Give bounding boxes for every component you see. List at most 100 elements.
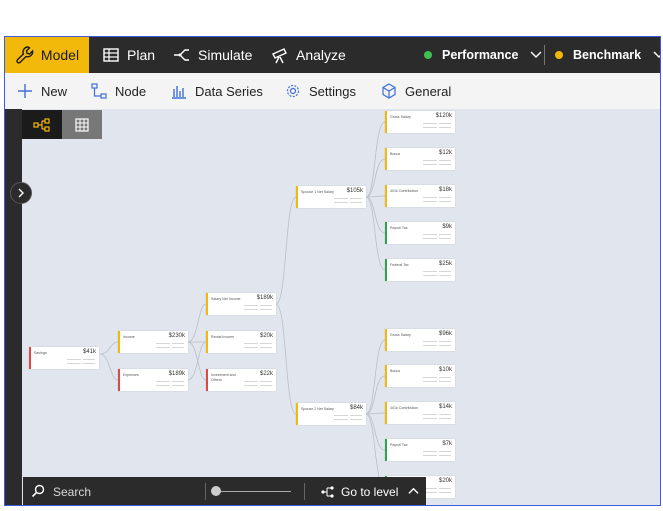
status-dot-icon — [424, 51, 432, 59]
node-investment-and-others[interactable]: Investment and Others $22k — [206, 369, 276, 391]
node-label: Income — [123, 335, 135, 339]
general-button[interactable]: General — [381, 73, 451, 109]
view-toggle — [22, 110, 102, 139]
node-value: $41k — [82, 349, 96, 355]
node-placeholder-line — [423, 197, 437, 198]
node-placeholder-line — [334, 202, 348, 203]
node-placeholder-line — [156, 343, 170, 344]
node-placeholder-line — [423, 345, 437, 346]
new-button[interactable]: New — [17, 73, 67, 109]
node-placeholder-line — [423, 414, 437, 415]
node-placeholder-line — [439, 275, 451, 276]
zoom-slider[interactable] — [216, 491, 291, 492]
grid-icon — [75, 117, 89, 132]
node-placeholder-line — [439, 160, 451, 161]
node-s1-gross-salary[interactable]: Gross Salary $120k — [385, 111, 455, 133]
node-value: $12k — [438, 150, 452, 156]
node-placeholder-line — [423, 271, 437, 272]
general-label: General — [405, 83, 452, 99]
zoom-slider-handle[interactable] — [211, 486, 221, 496]
node-placeholder-line — [156, 381, 170, 382]
scenario-selector-benchmark[interactable]: Benchmark — [555, 37, 660, 73]
node-placeholder-line — [172, 347, 184, 348]
node-s2-gross-salary[interactable]: Gross Salary $96k — [385, 329, 455, 351]
node-placeholder-line — [260, 381, 272, 382]
tree-view-icon — [33, 117, 50, 132]
node-placeholder-line — [172, 343, 184, 344]
node-label: Investment and Others — [211, 373, 236, 382]
data-series-button[interactable]: Data Series — [171, 73, 263, 109]
tab-plan[interactable]: Plan — [101, 37, 155, 73]
node-s1-bonus[interactable]: Bonus $12k — [385, 148, 455, 170]
node-value: $14k — [438, 404, 452, 410]
node-value: $230k — [168, 333, 185, 339]
node-s2-bonus[interactable]: Bonus $10k — [385, 365, 455, 387]
tab-simulate[interactable]: Simulate — [172, 37, 252, 73]
node-placeholder-line — [260, 343, 272, 344]
node-value: $189k — [256, 295, 273, 301]
node-spouse-1-net-salary[interactable]: Spouse 1 Net Salary $105k — [296, 186, 366, 208]
expand-panel-button[interactable] — [10, 182, 32, 204]
gear-icon — [286, 84, 300, 98]
node-s2-401k-contribution[interactable]: 401k Contribution $14k — [385, 402, 455, 424]
connector-lines — [99, 121, 386, 488]
node-placeholder-line — [172, 381, 184, 382]
node-value: $84k — [349, 405, 363, 411]
node-label: Node — [115, 83, 147, 99]
model-canvas[interactable]: Savings $41k Income $230k Expenses $189k… — [5, 109, 660, 505]
node-rental-income[interactable]: Rental Income $20k — [206, 331, 276, 353]
node-value: $20k — [438, 478, 452, 484]
settings-label: Settings — [309, 83, 356, 99]
scenario-label: Performance — [442, 48, 519, 62]
chevron-down-icon — [653, 51, 660, 59]
node-label: Savings — [34, 351, 47, 355]
settings-button[interactable]: Settings — [285, 73, 356, 109]
node-savings[interactable]: Savings $41k — [29, 347, 99, 369]
node-placeholder-line — [423, 234, 437, 235]
node-label: Gross Salary — [390, 115, 411, 119]
tab-model[interactable]: Model — [5, 37, 89, 73]
node-placeholder-line — [172, 385, 184, 386]
tree-view-button[interactable] — [22, 110, 62, 139]
node-placeholder-line — [423, 381, 437, 382]
node-placeholder-line — [423, 341, 437, 342]
node-placeholder-line — [423, 451, 437, 452]
node-income[interactable]: Income $230k — [118, 331, 188, 353]
node-placeholder-line — [423, 238, 437, 239]
node-placeholder-line — [439, 455, 451, 456]
node-value: $25k — [438, 261, 452, 267]
app-window: Model Plan Simulate Analyze Performance … — [4, 36, 661, 506]
go-to-level-button[interactable]: Go to level — [321, 477, 419, 505]
node-placeholder-line — [334, 419, 348, 420]
node-placeholder-line — [439, 123, 451, 124]
node-placeholder-line — [350, 198, 362, 199]
node-value: $22k — [259, 371, 273, 377]
node-placeholder-line — [244, 343, 258, 344]
node-placeholder-line — [423, 123, 437, 124]
scenario-selector-performance[interactable]: Performance — [424, 37, 542, 73]
node-placeholder-line — [423, 201, 437, 202]
node-expenses[interactable]: Expenses $189k — [118, 369, 188, 391]
divider — [544, 45, 545, 65]
node-placeholder-line — [260, 347, 272, 348]
node-salary-net-income[interactable]: Salary Net Income $189k — [206, 293, 276, 315]
node-s2-payroll-tax[interactable]: Payroll Tax $7k — [385, 439, 455, 461]
tab-analyze[interactable]: Analyze — [270, 37, 346, 73]
node-value: $96k — [438, 331, 452, 337]
search-input[interactable]: Search — [53, 485, 91, 499]
node-s1-payroll-tax[interactable]: Payroll Tax $9k — [385, 222, 455, 244]
node-s1-federal-tax[interactable]: Federal Tax $25k — [385, 259, 455, 281]
node-button[interactable]: Node — [91, 73, 146, 109]
node-placeholder-line — [439, 414, 451, 415]
chevron-down-icon — [530, 51, 542, 59]
node-s1-401k-contribution[interactable]: 401k Contribution $18k — [385, 185, 455, 207]
node-value: $105k — [346, 188, 363, 194]
node-placeholder-line — [334, 198, 348, 199]
left-rail — [5, 109, 22, 505]
go-to-level-label: Go to level — [341, 484, 399, 499]
node-spouse-2-net-salary[interactable]: Spouse 2 Net Salary $84k — [296, 403, 366, 425]
node-placeholder-line — [439, 197, 451, 198]
node-value: $20k — [259, 333, 273, 339]
grid-view-button[interactable] — [62, 110, 102, 139]
node-placeholder-line — [439, 345, 451, 346]
